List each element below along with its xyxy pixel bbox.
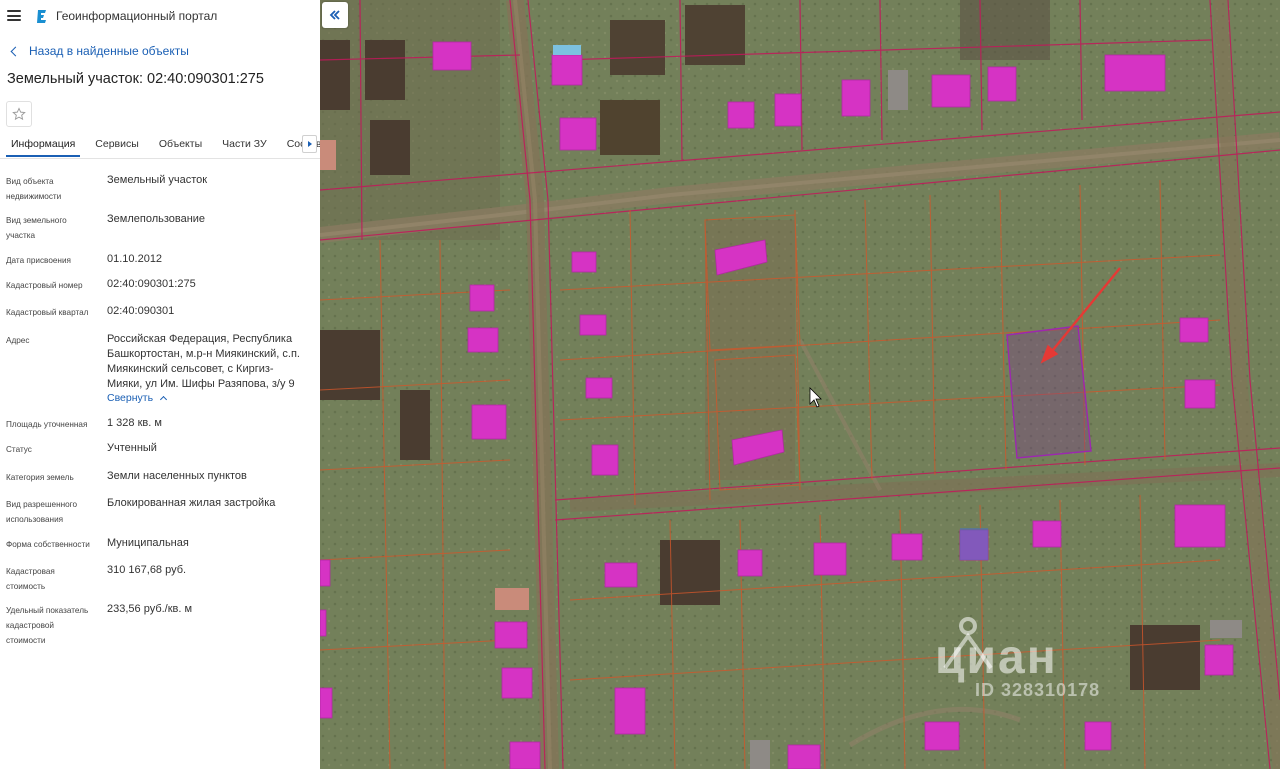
value-assign-date: 01.10.2012 [107,253,163,265]
tab-services[interactable]: Сервисы [95,135,139,156]
value-object-type: Земельный участок [107,174,208,186]
value-cadastral-number: 02:40:090301:275 [107,278,196,290]
collapse-label: Свернуть [107,392,154,404]
collapse-panel-button[interactable] [322,2,348,28]
info-table: Вид объекта недвижимости Земельный участо… [0,159,320,759]
tabs-scroll-right-button[interactable] [302,135,317,153]
label-ownership: Форма собственности [6,540,90,549]
label-land-category: Категория земель [6,473,74,482]
tab-objects[interactable]: Объекты [159,135,202,156]
tabs-bar: Информация Сервисы Объекты Части ЗУ Сост… [0,135,320,159]
tab-information[interactable]: Информация [5,135,81,157]
chevron-left-icon [10,46,21,56]
chevron-up-icon [160,395,168,404]
label-cadastral-number: Кадастровый номер [6,281,83,290]
back-link[interactable]: Назад в найденные объекты [9,43,320,59]
label-assign-date: Дата присвоения [6,256,71,265]
value-cadastral-value: 310 167,68 руб. [107,564,187,576]
star-icon [12,107,26,121]
value-area: 1 328 кв. м [107,417,162,429]
value-land-category: Земли населенных пунктов [107,470,247,482]
label-permitted-use: Вид разрешенного использования [6,500,78,524]
label-object-type: Вид объекта недвижимости [6,177,62,201]
value-address: Российская Федерация, Республика Башкорт… [107,333,300,390]
value-specific-value: 233,56 руб./кв. м [107,603,193,615]
double-chevron-left-icon [329,10,340,20]
value-cadastral-quarter: 02:40:090301 [107,305,175,317]
watermark-text: циан [935,631,1058,684]
label-cadastral-quarter: Кадастровый квартал [6,308,89,317]
label-specific-value: Удельный показатель кадастровой стоимости [6,606,89,645]
value-land-type: Землепользование [107,213,206,225]
value-status: Учтенный [107,442,157,454]
top-bar: Геоинформационный портал [0,0,320,31]
info-panel: Геоинформационный портал Назад в найденн… [0,0,320,769]
back-link-label: Назад в найденные объекты [29,44,189,58]
label-status: Статус [6,445,32,454]
collapse-address-link[interactable]: Свернуть [107,392,168,404]
page-title: Земельный участок: 02:40:090301:275 [7,71,264,87]
map-view[interactable]: циан ID 328310178 [320,0,1280,769]
app-title: Геоинформационный портал [56,8,218,23]
menu-icon[interactable] [7,10,21,21]
portal-logo-icon [35,9,49,23]
label-cadastral-value: Кадастровая стоимость [6,567,55,591]
tab-parts[interactable]: Части ЗУ [222,135,267,156]
satellite-map[interactable] [320,0,1280,769]
favorite-button[interactable] [6,101,32,127]
label-address: Адрес [6,336,30,345]
label-land-type: Вид земельного участка [6,216,67,240]
value-permitted-use: Блокированная жилая застройка [107,497,276,509]
chevron-right-icon [307,141,312,147]
label-area: Площадь уточненная [6,420,88,429]
value-ownership: Муниципальная [107,537,189,549]
watermark-id: ID 328310178 [975,680,1101,700]
